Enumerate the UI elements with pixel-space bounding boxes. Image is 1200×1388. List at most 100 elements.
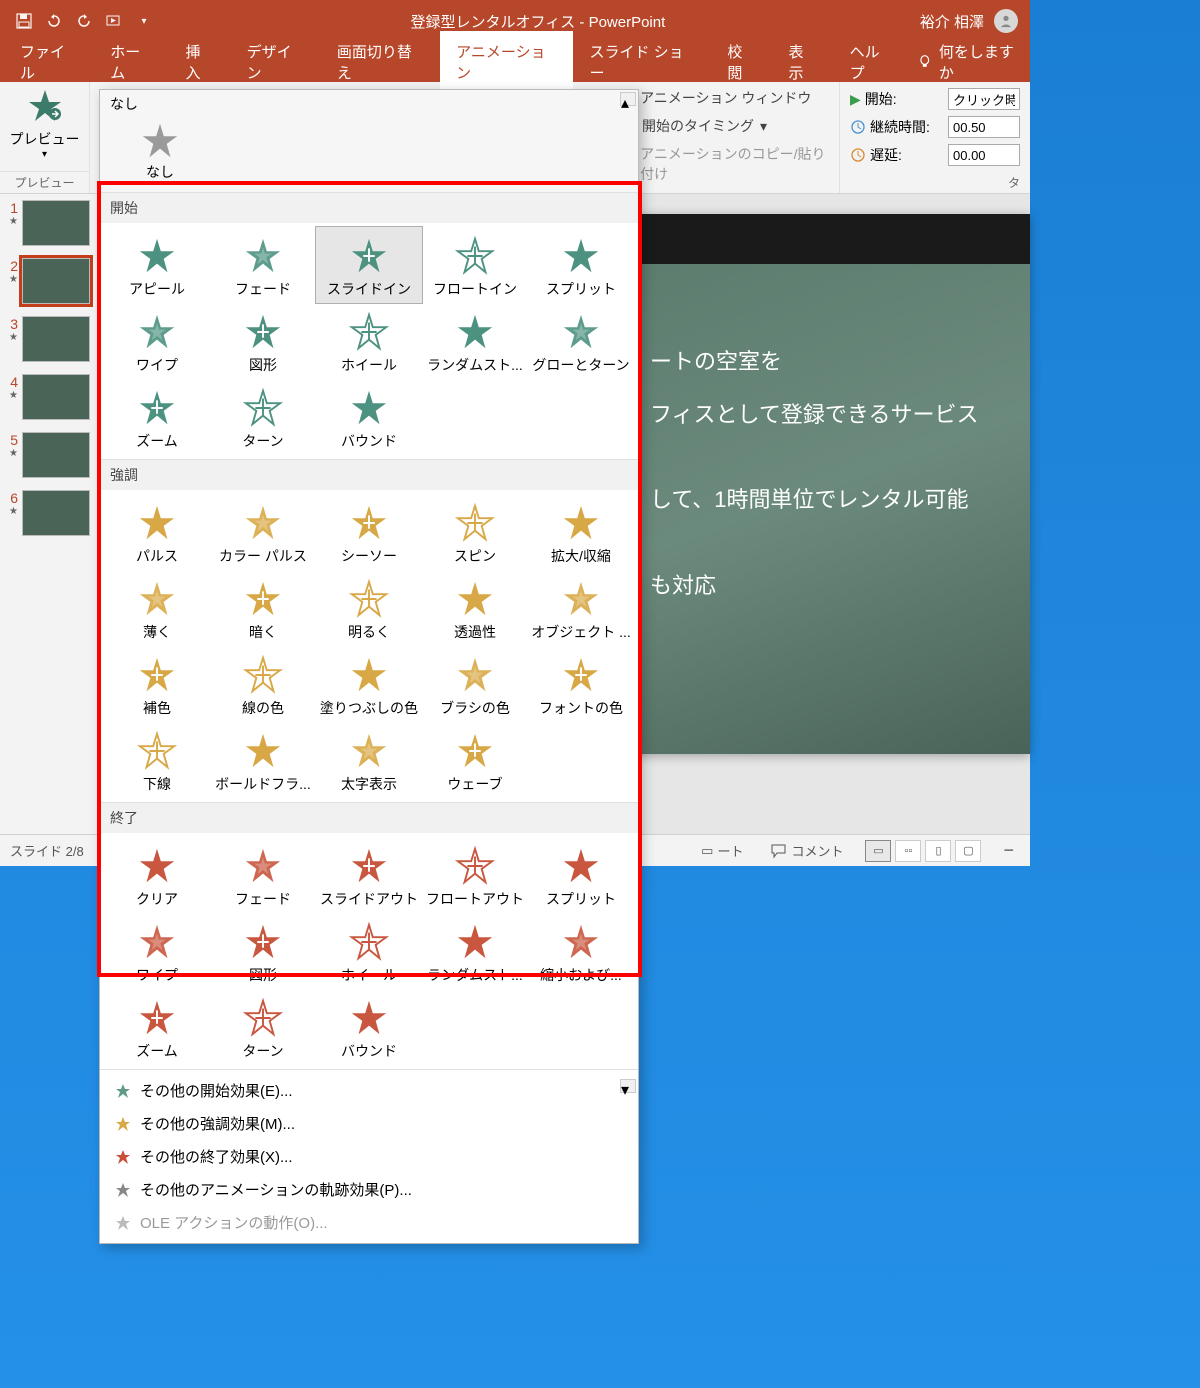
animation-entrance-7[interactable]: ホイール — [316, 303, 422, 379]
animation-emphasis-5[interactable]: 薄く — [104, 570, 210, 646]
animation-entrance-4[interactable]: スプリット — [528, 227, 634, 303]
slide-counter[interactable]: スライド 2/8 — [10, 841, 84, 860]
animation-exit-7[interactable]: ホイール — [316, 913, 422, 989]
preview-button[interactable]: プレビュー ▾ — [10, 88, 80, 160]
animation-exit-3[interactable]: フロートアウト — [422, 837, 528, 913]
start-from-beginning-button[interactable] — [104, 11, 124, 31]
animation-entrance-8[interactable]: ランダムスト... — [422, 303, 528, 379]
gallery-section-entrance: 開始アピールフェードスライドインフロートインスプリットワイプ図形ホイールランダム… — [100, 193, 638, 460]
animation-exit-6[interactable]: 図形 — [210, 913, 316, 989]
reading-view-button[interactable]: ▯ — [925, 840, 951, 862]
zoom-out-button[interactable]: − — [997, 840, 1020, 861]
tell-me-search[interactable]: 何をしますか — [917, 41, 1026, 83]
animation-entrance-3[interactable]: フロートイン — [422, 227, 528, 303]
animation-emphasis-9[interactable]: オブジェクト ... — [528, 570, 634, 646]
animation-exit-5[interactable]: ワイプ — [104, 913, 210, 989]
current-slide[interactable]: ートの空室を フィスとして登録できるサービス して、1時間単位でレンタル可能 も… — [630, 214, 1030, 754]
animation-emphasis-12[interactable]: 塗りつぶしの色 — [316, 646, 422, 722]
thumbnail-slide-1[interactable]: 1★ — [0, 194, 99, 252]
animation-exit-11[interactable]: ターン — [210, 989, 316, 1065]
star-icon — [114, 1149, 132, 1165]
animation-emphasis-13[interactable]: ブラシの色 — [422, 646, 528, 722]
animation-emphasis-8[interactable]: 透過性 — [422, 570, 528, 646]
slideshow-view-button[interactable]: ▢ — [955, 840, 981, 862]
animation-entrance-9[interactable]: グローとターン — [528, 303, 634, 379]
animation-emphasis-17[interactable]: 太字表示 — [316, 722, 422, 798]
animation-exit-12[interactable]: バウンド — [316, 989, 422, 1065]
start-dropdown[interactable] — [948, 88, 1020, 110]
animation-entrance-2[interactable]: スライドイン — [316, 227, 422, 303]
animation-entrance-0[interactable]: アピール — [104, 227, 210, 303]
animation-emphasis-4[interactable]: 拡大/収縮 — [528, 494, 634, 570]
scroll-down-button[interactable]: ▾ — [620, 1079, 636, 1093]
animation-emphasis-15[interactable]: 下線 — [104, 722, 210, 798]
gallery-more-3[interactable]: その他のアニメーションの軌跡効果(P)... — [100, 1173, 638, 1206]
ribbon-tabs: ファイル ホーム 挿入 デザイン 画面切り替え アニメーション スライド ショー… — [0, 42, 1030, 82]
redo-button[interactable] — [74, 11, 94, 31]
sorter-view-button[interactable]: ▫▫ — [895, 840, 921, 862]
delay-label: 遅延: — [850, 145, 940, 165]
thumbnail-slide-4[interactable]: 4★ — [0, 368, 99, 426]
undo-button[interactable] — [44, 11, 64, 31]
animation-emphasis-14[interactable]: フォントの色 — [528, 646, 634, 722]
animation-emphasis-1[interactable]: カラー パルス — [210, 494, 316, 570]
animation-emphasis-16[interactable]: ボールドフラ... — [210, 722, 316, 798]
gallery-more-2[interactable]: その他の終了効果(X)... — [100, 1140, 638, 1173]
duration-input[interactable] — [948, 116, 1020, 138]
star-icon — [114, 1215, 132, 1231]
comments-button[interactable]: コメント — [765, 841, 849, 860]
animation-exit-1[interactable]: フェード — [210, 837, 316, 913]
animation-emphasis-18[interactable]: ウェーブ — [422, 722, 528, 798]
gallery-header: 強調 — [100, 460, 638, 490]
animation-entrance-5[interactable]: ワイプ — [104, 303, 210, 379]
timing-group: ▶開始: 継続時間: 遅延: タ — [840, 82, 1030, 193]
animation-gallery-dropdown: なし なし 開始アピールフェードスライドインフロートインスプリットワイプ図形ホイ… — [99, 89, 639, 1244]
gallery-more-4: OLE アクションの動作(O)... — [100, 1206, 638, 1239]
gallery-more-0[interactable]: その他の開始効果(E)... — [100, 1074, 638, 1107]
quick-access-toolbar: ▾ — [0, 11, 168, 31]
animation-entrance-11[interactable]: ターン — [210, 379, 316, 455]
animation-emphasis-3[interactable]: スピン — [422, 494, 528, 570]
animation-entrance-6[interactable]: 図形 — [210, 303, 316, 379]
animation-exit-0[interactable]: クリア — [104, 837, 210, 913]
view-buttons: ▭ ▫▫ ▯ ▢ — [865, 840, 981, 862]
animation-exit-10[interactable]: ズーム — [104, 989, 210, 1065]
slide-thumbnails[interactable]: 1★2★3★4★5★6★ — [0, 194, 100, 834]
preview-group: プレビュー ▾ プレビュー — [0, 82, 90, 193]
normal-view-button[interactable]: ▭ — [865, 840, 891, 862]
animation-entrance-1[interactable]: フェード — [210, 227, 316, 303]
animation-exit-8[interactable]: ランダムスト... — [422, 913, 528, 989]
thumbnail-slide-2[interactable]: 2★ — [0, 252, 99, 310]
user-area: 裕介 相澤 — [908, 9, 1030, 33]
animation-entrance-12[interactable]: バウンド — [316, 379, 422, 455]
animation-emphasis-7[interactable]: 明るく — [316, 570, 422, 646]
animation-exit-9[interactable]: 縮小および... — [528, 913, 634, 989]
star-icon — [114, 1182, 132, 1198]
animation-emphasis-0[interactable]: パルス — [104, 494, 210, 570]
scroll-up-button[interactable]: ▴ — [620, 92, 636, 106]
animation-pane-button[interactable]: ▸◂アニメーション ウィンドウ — [620, 88, 829, 108]
animation-emphasis-2[interactable]: シーソー — [316, 494, 422, 570]
animation-exit-4[interactable]: スプリット — [528, 837, 634, 913]
start-label: ▶開始: — [850, 89, 940, 109]
animation-painter-button[interactable]: アニメーションのコピー/貼り付け — [620, 144, 829, 184]
qat-customize-dropdown[interactable]: ▾ — [134, 11, 154, 31]
trigger-button[interactable]: 開始のタイミング ▾ — [620, 116, 829, 136]
gallery-footer: その他の開始効果(E)...その他の強調効果(M)...その他の終了効果(X).… — [100, 1070, 638, 1243]
preview-group-label: プレビュー — [0, 171, 89, 193]
gallery-more-1[interactable]: その他の強調効果(M)... — [100, 1107, 638, 1140]
star-icon — [114, 1116, 132, 1132]
user-avatar-icon[interactable] — [994, 9, 1018, 33]
animation-emphasis-11[interactable]: 線の色 — [210, 646, 316, 722]
notes-button[interactable]: ▭ ート — [695, 841, 749, 860]
thumbnail-slide-6[interactable]: 6★ — [0, 484, 99, 542]
animation-exit-2[interactable]: スライドアウト — [316, 837, 422, 913]
animation-emphasis-10[interactable]: 補色 — [104, 646, 210, 722]
animation-emphasis-6[interactable]: 暗く — [210, 570, 316, 646]
animation-entrance-10[interactable]: ズーム — [104, 379, 210, 455]
delay-input[interactable] — [948, 144, 1020, 166]
save-button[interactable] — [14, 11, 34, 31]
animation-none[interactable]: なし — [110, 114, 210, 188]
thumbnail-slide-3[interactable]: 3★ — [0, 310, 99, 368]
thumbnail-slide-5[interactable]: 5★ — [0, 426, 99, 484]
